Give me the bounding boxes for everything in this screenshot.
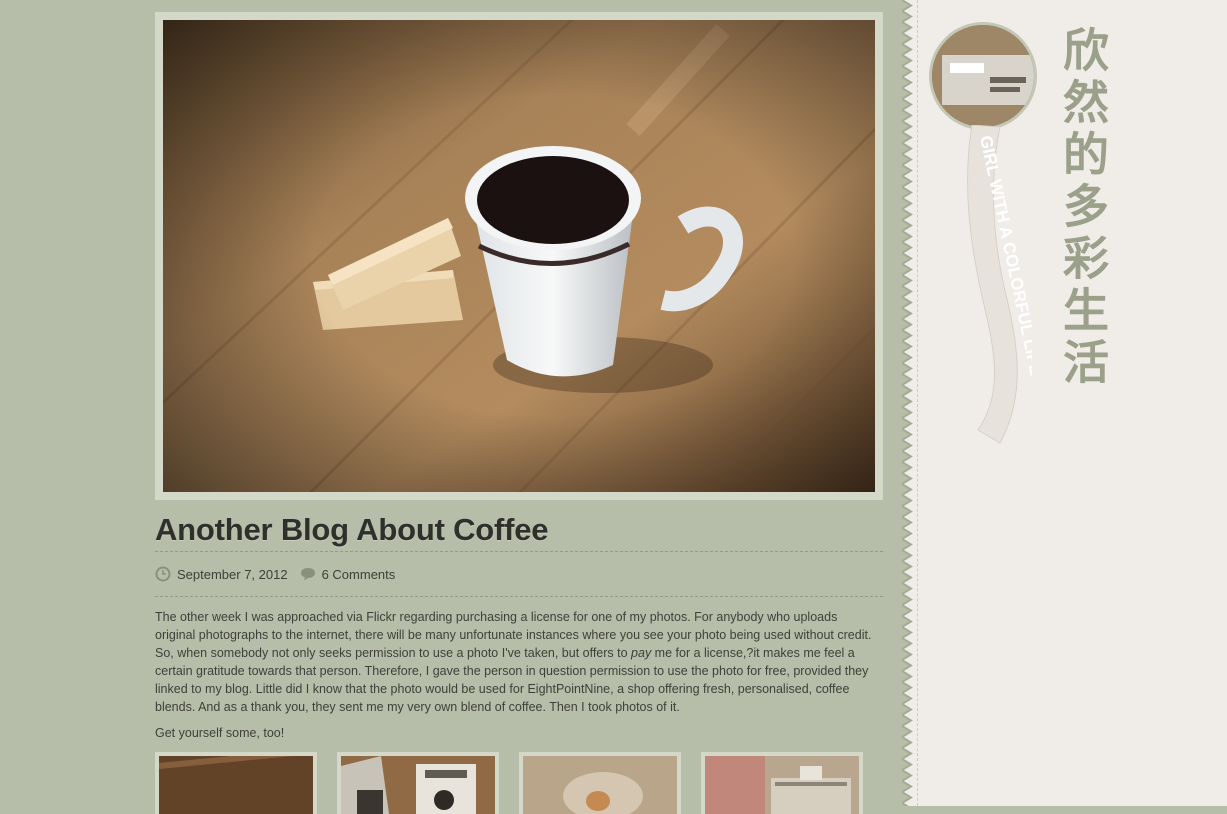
post-title[interactable]: Another Blog About Coffee: [155, 512, 549, 548]
gallery-thumbnail-4[interactable]: [701, 752, 863, 814]
gallery-thumbnail-3[interactable]: [519, 752, 681, 814]
site-title-chinese[interactable]: 欣然的多彩生活: [1048, 26, 1110, 390]
speech-bubble-icon: [300, 568, 315, 581]
thumbnail-image-3[interactable]: [523, 756, 677, 814]
title-divider: [155, 551, 883, 552]
clock-icon: [155, 566, 171, 582]
ribbon-banner: GIRL WITH A COLORFUL LIFE: [967, 125, 1032, 444]
sidebar-stitch-line: [917, 0, 918, 806]
post-call-to-action: Get yourself some, too!: [155, 726, 285, 740]
post-date: September 7, 2012: [177, 566, 288, 582]
post-body: The other week I was approached via Flic…: [155, 608, 879, 716]
avatar[interactable]: [929, 22, 1037, 130]
gallery-thumbnail-2[interactable]: [337, 752, 499, 814]
comments-link[interactable]: 6 Comments: [322, 567, 396, 582]
post-meta: September 7, 2012 6 Comments: [155, 566, 395, 582]
comments-meta[interactable]: 6 Comments: [300, 567, 396, 582]
post-body-emphasis: pay: [631, 646, 652, 660]
featured-image-frame[interactable]: [155, 12, 883, 500]
thumbnail-image-4[interactable]: [705, 756, 859, 814]
date-meta: September 7, 2012: [155, 566, 288, 582]
meta-divider: [155, 596, 883, 597]
gallery-thumbnail-1[interactable]: [155, 752, 317, 814]
thumbnail-image-1[interactable]: [159, 756, 313, 814]
zigzag-border: [902, 0, 916, 806]
thumbnail-image-2[interactable]: [341, 756, 495, 814]
featured-image-coffee-mug[interactable]: [163, 20, 875, 492]
avatar-image[interactable]: [932, 25, 1034, 127]
